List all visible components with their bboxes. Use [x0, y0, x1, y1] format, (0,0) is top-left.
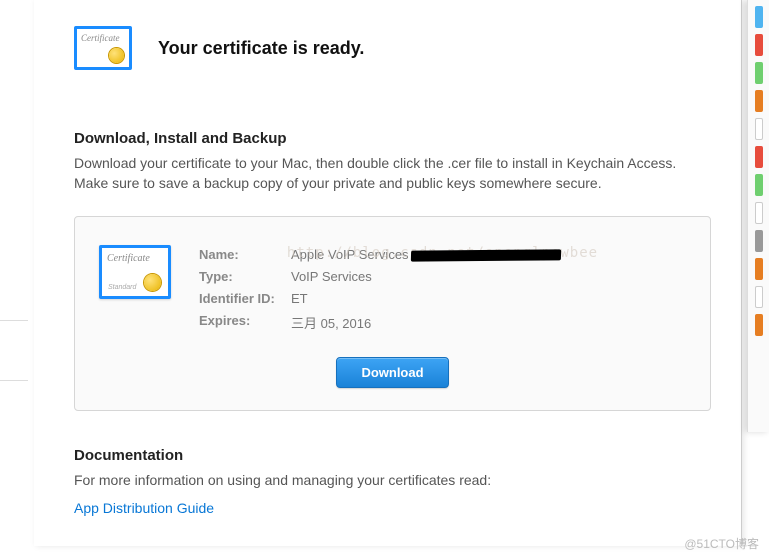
download-section-title: Download, Install and Backup [74, 130, 711, 147]
expires-label: Expires: [199, 313, 291, 332]
download-section-text: Download your certificate to your Mac, t… [74, 153, 711, 194]
name-label: Name: [199, 247, 291, 262]
corner-watermark: @51CTO博客 [684, 535, 759, 552]
left-margin [0, 0, 34, 558]
page-title: Your certificate is ready. [158, 38, 364, 59]
right-sidebar-fragment [747, 0, 769, 432]
field-type: Type: VoIP Services [199, 269, 686, 284]
content-panel: Your certificate is ready. Download, Ins… [34, 0, 742, 546]
type-value: VoIP Services [291, 269, 372, 284]
type-label: Type: [199, 269, 291, 284]
field-expires: Expires: 三月 05, 2016 [199, 313, 686, 332]
certificate-details-box: Standard http://blog.csdn.net/openglnewb… [74, 216, 711, 411]
field-identifier: Identifier ID: ET [199, 291, 686, 306]
field-name: Name: Apple VoIP Services [199, 247, 686, 262]
documentation-title: Documentation [74, 447, 711, 464]
identifier-label: Identifier ID: [199, 291, 291, 306]
expires-value: 三月 05, 2016 [291, 313, 371, 332]
redacted-text [410, 249, 560, 261]
certificate-icon [74, 26, 132, 70]
download-button[interactable]: Download [336, 357, 448, 388]
identifier-value: ET [291, 291, 308, 306]
documentation-text: For more information on using and managi… [74, 470, 711, 490]
certificate-standard-icon: Standard [99, 245, 171, 299]
name-value: Apple VoIP Services [291, 247, 561, 262]
app-distribution-guide-link[interactable]: App Distribution Guide [74, 500, 214, 516]
header: Your certificate is ready. [74, 26, 711, 70]
